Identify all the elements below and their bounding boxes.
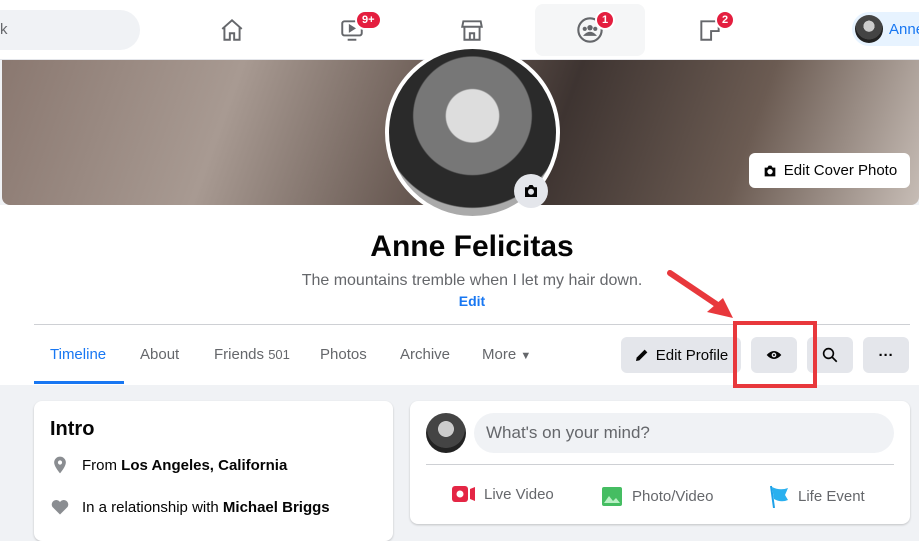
photo-video-button[interactable]: Photo/Video bbox=[600, 484, 713, 508]
intro-card: Intro From Los Angeles, California In a … bbox=[34, 401, 393, 541]
edit-bio-link[interactable]: Edit bbox=[0, 293, 919, 309]
more-options-button[interactable]: ··· bbox=[863, 337, 909, 373]
tab-about[interactable]: About bbox=[140, 346, 179, 363]
from-location[interactable]: Los Angeles, California bbox=[121, 457, 287, 474]
nav-gaming[interactable]: 2 bbox=[655, 4, 765, 56]
camera-icon bbox=[525, 185, 537, 197]
live-video-label: Live Video bbox=[484, 485, 554, 503]
search-input[interactable]: k bbox=[0, 10, 140, 50]
partner-name[interactable]: Michael Briggs bbox=[223, 499, 330, 516]
tab-timeline[interactable]: Timeline bbox=[50, 346, 106, 363]
edit-cover-photo-button[interactable]: Edit Cover Photo bbox=[749, 153, 910, 188]
intro-from: From Los Angeles, California bbox=[50, 455, 287, 475]
caret-down-icon: ▼ bbox=[520, 350, 532, 362]
nav-home[interactable] bbox=[177, 4, 287, 56]
groups-badge: 1 bbox=[595, 10, 616, 30]
live-video-button[interactable]: Live Video bbox=[452, 484, 554, 504]
active-tab-indicator bbox=[34, 381, 124, 384]
composer-input[interactable]: What's on your mind? bbox=[474, 413, 894, 453]
life-event-label: Life Event bbox=[798, 487, 865, 505]
tab-friends[interactable]: Friends 501 bbox=[214, 346, 290, 363]
divider bbox=[426, 464, 894, 465]
edit-profile-button[interactable]: Edit Profile bbox=[621, 337, 741, 373]
update-profile-picture-button[interactable] bbox=[514, 174, 548, 208]
friends-count: 501 bbox=[268, 347, 290, 362]
pencil-icon bbox=[635, 349, 648, 361]
annotation-arrow bbox=[667, 270, 733, 318]
tab-more[interactable]: More ▼ bbox=[482, 346, 531, 363]
intro-relationship: In a relationship with Michael Briggs bbox=[50, 497, 330, 517]
nav-groups[interactable]: 1 bbox=[535, 4, 645, 56]
tab-archive[interactable]: Archive bbox=[400, 346, 450, 363]
profile-name: Anne Felicitas bbox=[370, 230, 574, 263]
life-event-button[interactable]: Life Event bbox=[768, 484, 865, 508]
gaming-badge: 2 bbox=[715, 10, 736, 30]
avatar bbox=[855, 15, 883, 43]
edit-profile-label: Edit Profile bbox=[655, 346, 729, 364]
highlight-box bbox=[733, 321, 817, 388]
profile-shortcut[interactable]: Anne bbox=[852, 12, 919, 46]
intro-title: Intro bbox=[50, 418, 95, 440]
location-pin-icon bbox=[54, 456, 66, 474]
tab-photos[interactable]: Photos bbox=[320, 346, 367, 363]
heart-icon bbox=[51, 499, 69, 515]
relationship-prefix: In a relationship with bbox=[82, 498, 219, 516]
store-icon bbox=[461, 20, 483, 41]
more-icon: ··· bbox=[878, 346, 894, 364]
profile-bio: The mountains tremble when I let my hair… bbox=[301, 272, 643, 289]
tab-label: More bbox=[482, 346, 517, 363]
photo-video-label: Photo/Video bbox=[632, 487, 714, 505]
flag-icon bbox=[770, 485, 788, 508]
nav-watch[interactable]: 9+ bbox=[297, 4, 407, 56]
user-name: Anne bbox=[889, 20, 919, 38]
from-prefix: From bbox=[82, 456, 117, 474]
edit-cover-label: Edit Cover Photo bbox=[783, 162, 898, 179]
avatar bbox=[426, 413, 466, 453]
camera-icon bbox=[764, 165, 776, 176]
watch-badge: 9+ bbox=[355, 10, 382, 30]
tab-label: Friends bbox=[214, 346, 265, 363]
live-video-icon bbox=[452, 486, 475, 502]
photo-icon bbox=[602, 487, 622, 506]
search-icon bbox=[822, 347, 838, 363]
home-icon bbox=[221, 18, 243, 41]
